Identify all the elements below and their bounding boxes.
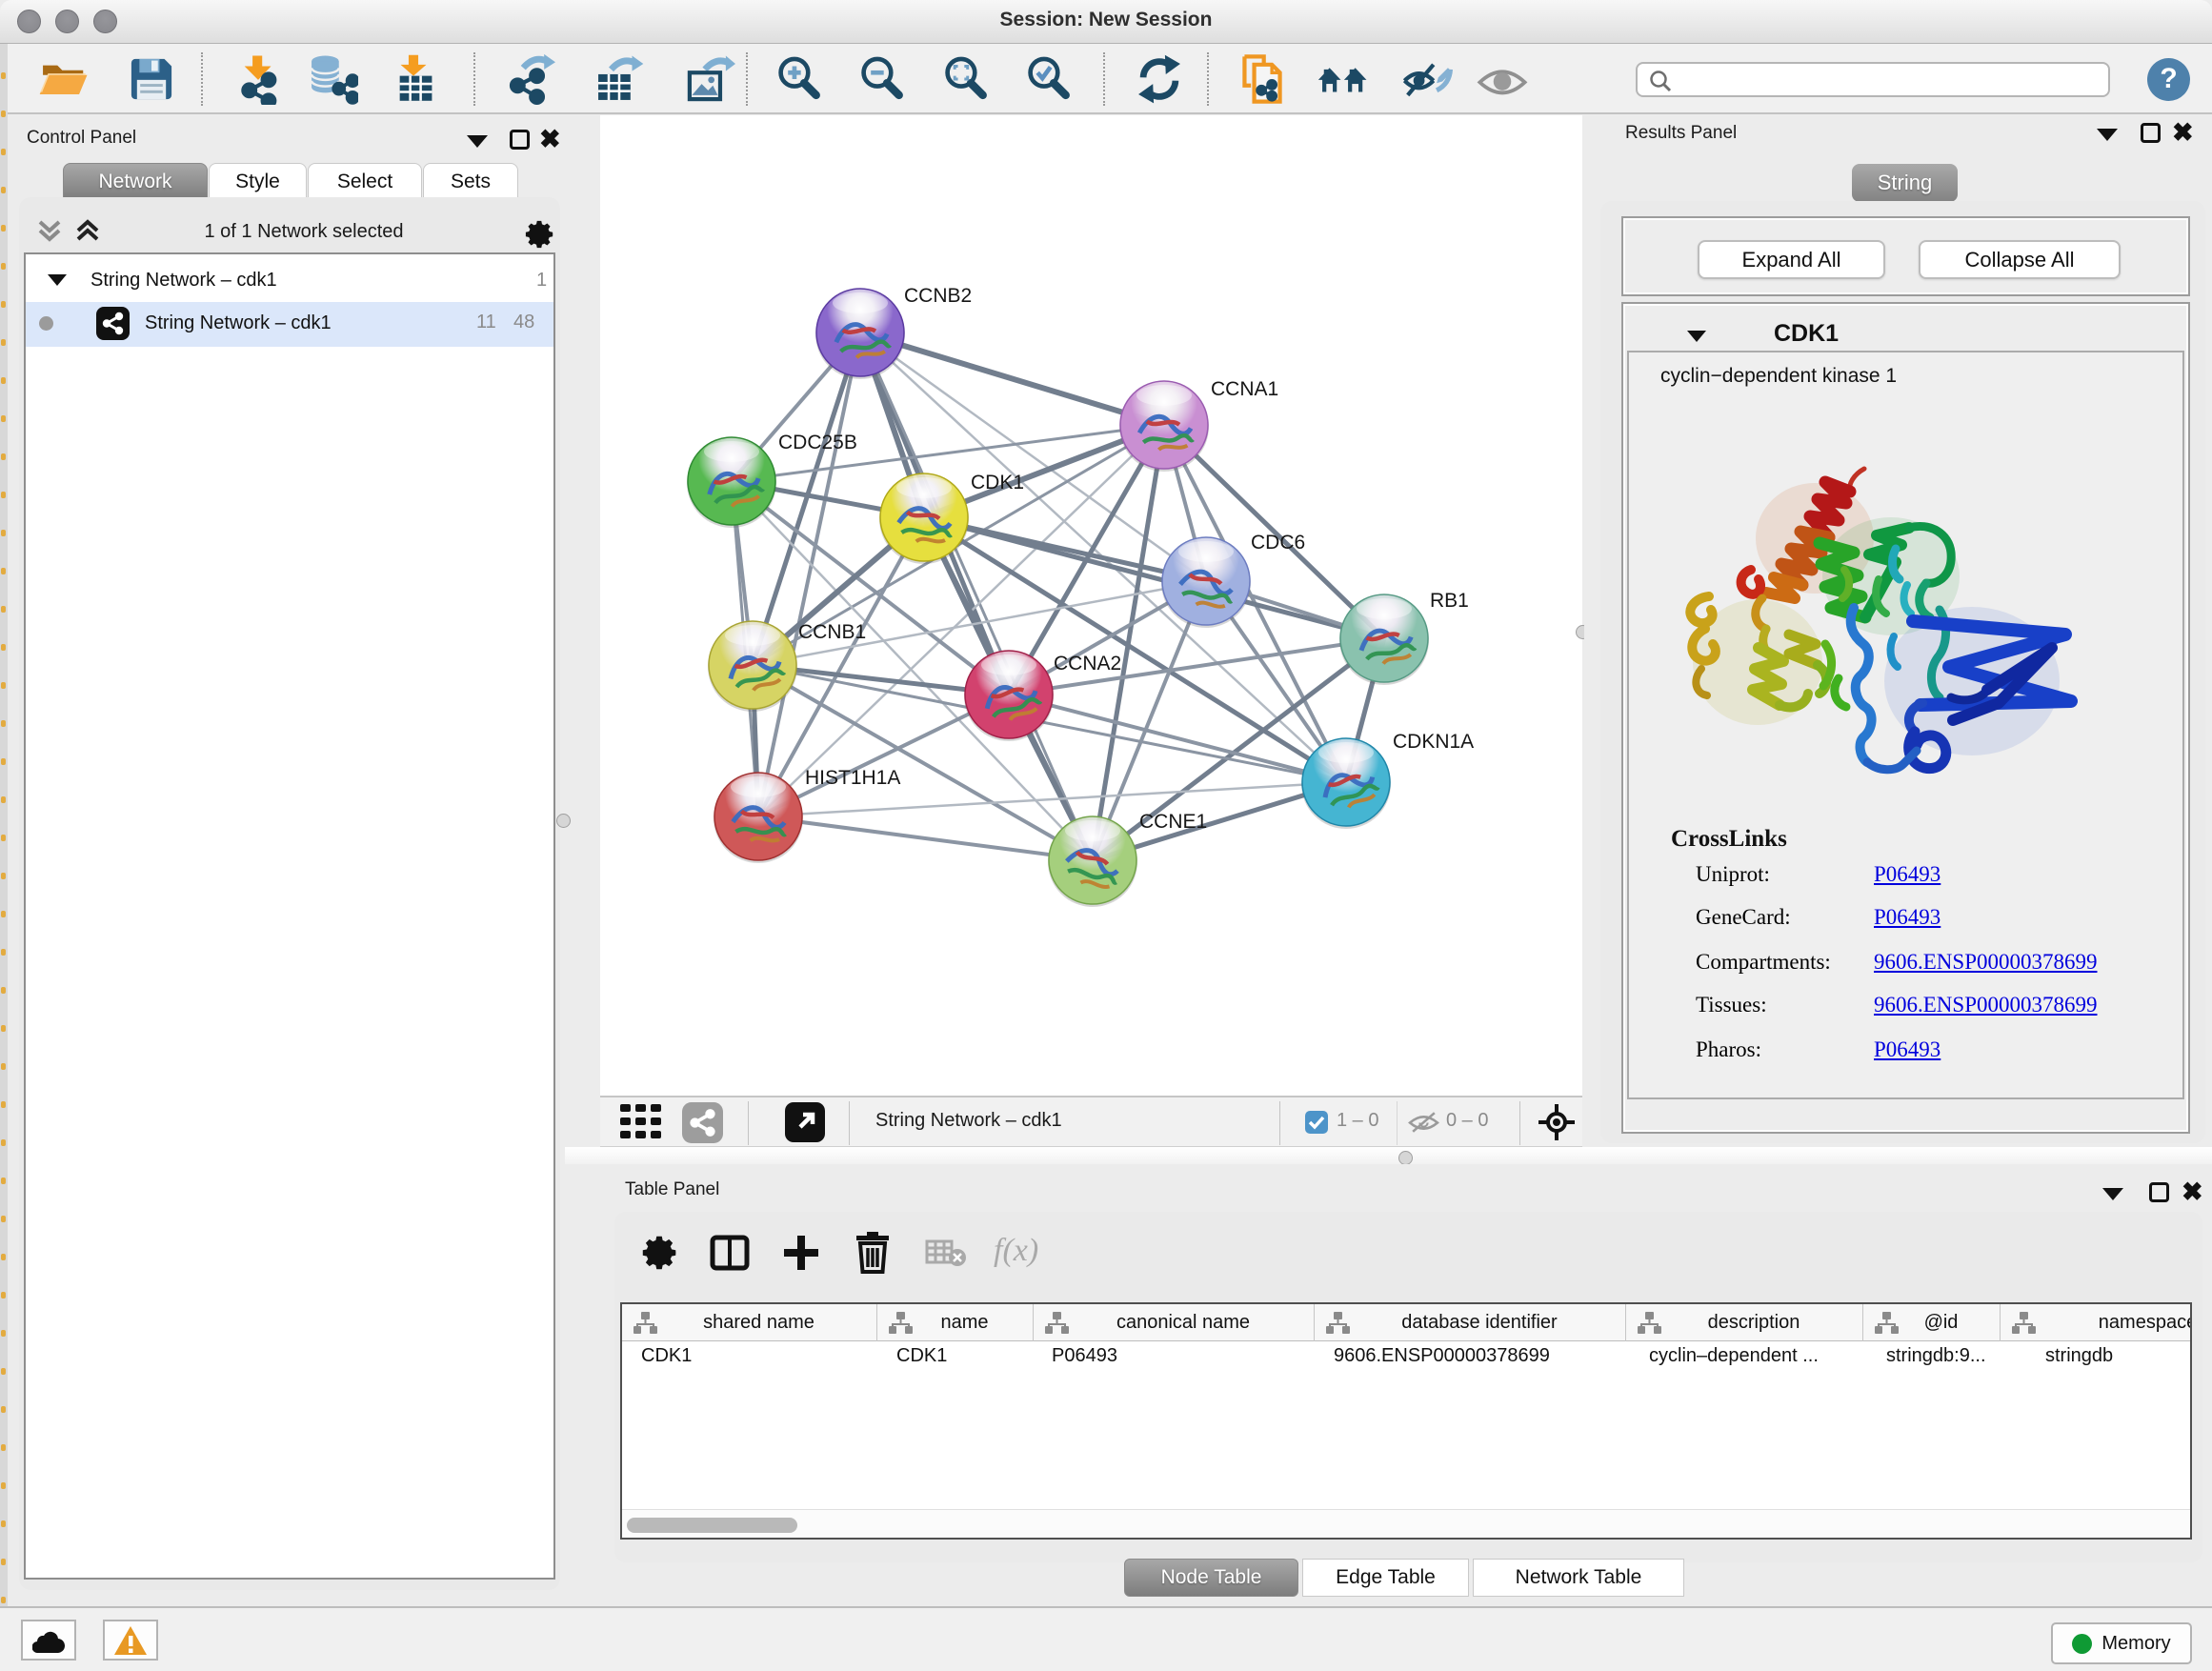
svg-text:CCNA2: CCNA2: [1054, 653, 1121, 674]
svg-text:CDC25B: CDC25B: [778, 432, 857, 453]
svg-text:CCNA1: CCNA1: [1211, 378, 1278, 400]
svg-text:CCNB2: CCNB2: [904, 285, 972, 307]
svg-text:CDK1: CDK1: [971, 472, 1024, 493]
svg-text:RB1: RB1: [1430, 590, 1469, 612]
svg-text:HIST1H1A: HIST1H1A: [805, 767, 900, 789]
svg-text:CCNB1: CCNB1: [798, 621, 866, 643]
svg-text:CDKN1A: CDKN1A: [1393, 731, 1474, 753]
svg-text:CCNE1: CCNE1: [1139, 811, 1207, 833]
svg-text:CDC6: CDC6: [1251, 532, 1305, 554]
